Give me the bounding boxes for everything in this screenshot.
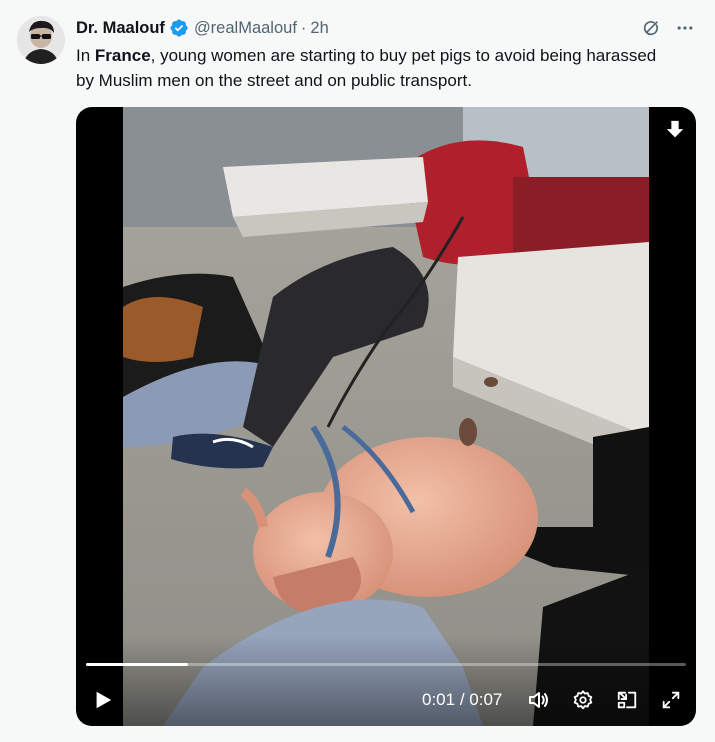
tweet-text-rest: , young women are starting to buy pet pi… xyxy=(76,46,657,90)
video-progress-fill xyxy=(86,663,188,666)
time-separator: / xyxy=(455,690,470,709)
tweet-text-start: In xyxy=(76,46,95,65)
video-still-image xyxy=(123,107,649,726)
video-frame[interactable] xyxy=(123,107,649,726)
tweet-header: Dr. Maalouf @realMaalouf · 2h xyxy=(76,16,329,40)
play-icon[interactable] xyxy=(90,687,116,713)
settings-gear-icon[interactable] xyxy=(570,687,596,713)
controls-overlay xyxy=(76,636,696,726)
tweet-text-bold: France xyxy=(94,46,151,65)
volume-icon[interactable] xyxy=(526,687,552,713)
tweet-card[interactable]: Dr. Maalouf @realMaalouf · 2h In France,… xyxy=(0,0,715,742)
timestamp[interactable]: 2h xyxy=(310,19,328,38)
download-icon[interactable] xyxy=(662,117,688,143)
separator-dot: · xyxy=(300,18,307,37)
current-time: 0:01 xyxy=(422,690,456,709)
display-name[interactable]: Dr. Maalouf xyxy=(76,19,165,38)
avatar-image xyxy=(17,16,65,64)
duration: 0:07 xyxy=(469,690,503,709)
tweet-top-actions xyxy=(639,16,697,40)
fullscreen-icon[interactable] xyxy=(658,687,684,713)
video-time: 0:01 / 0:07 xyxy=(422,689,502,711)
verified-badge-icon[interactable] xyxy=(169,18,189,38)
video-progress-bar[interactable] xyxy=(86,663,686,666)
avatar[interactable] xyxy=(17,16,65,64)
more-horizontal-icon[interactable] xyxy=(673,16,697,40)
picture-in-picture-icon[interactable] xyxy=(614,687,640,713)
tweet-text: In France, young women are starting to b… xyxy=(76,43,676,93)
user-handle[interactable]: @realMaalouf xyxy=(194,19,297,38)
grok-slash-circle-icon[interactable] xyxy=(639,16,663,40)
video-player[interactable]: 0:01 / 0:07 xyxy=(76,107,696,726)
